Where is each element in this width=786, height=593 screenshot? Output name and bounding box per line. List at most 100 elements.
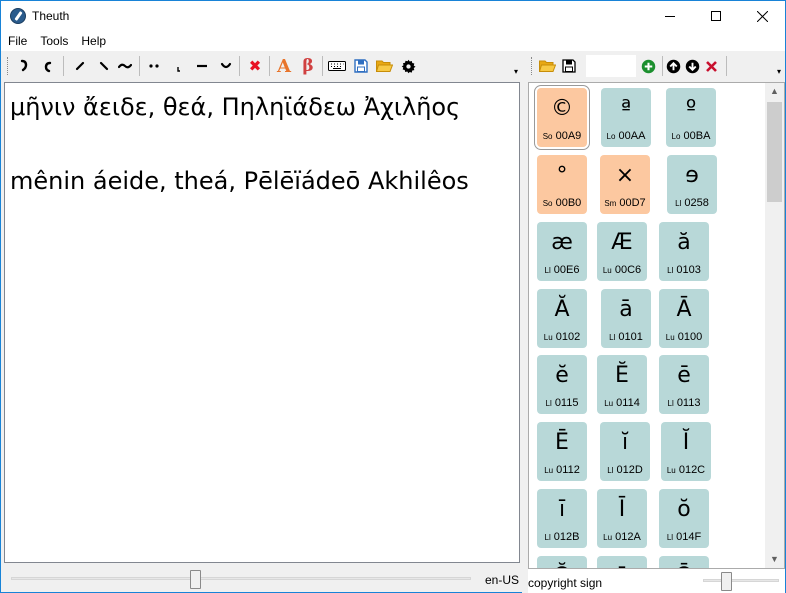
- keyboard-button[interactable]: [326, 55, 348, 77]
- character-tile[interactable]: æ Ll 00E6: [537, 222, 587, 281]
- toolbar-overflow-button[interactable]: ▾: [775, 67, 783, 77]
- save-button[interactable]: [350, 55, 372, 77]
- character-code: Ll 012D: [600, 463, 650, 478]
- character-category: Ll: [666, 533, 674, 542]
- add-character-button[interactable]: [637, 55, 659, 77]
- diaeresis-icon: [149, 64, 159, 68]
- character-tile[interactable]: ª Lo 00AA: [601, 88, 651, 147]
- macron-button[interactable]: [191, 55, 213, 77]
- scroll-up-button[interactable]: ▲: [765, 83, 784, 100]
- character-codepoint: 012D: [616, 464, 643, 476]
- character-tile[interactable]: ă Ll 0103: [659, 222, 709, 281]
- save-charset-button[interactable]: [558, 55, 580, 77]
- text-editor[interactable]: μῆνιν ἄειδε, θεά, Πηληϊάδεω Ἀχιλῆος mêni…: [4, 82, 520, 563]
- character-codepoint: 0258: [684, 197, 709, 209]
- character-tile[interactable]: ī Ll 012B: [537, 489, 587, 548]
- character-codepoint: 0112: [556, 464, 580, 476]
- character-tile[interactable]: Ĭ Lu 012C: [661, 422, 711, 481]
- menu-help[interactable]: Help: [75, 31, 112, 51]
- delete-character-button[interactable]: [700, 55, 722, 77]
- tile-size-slider-track[interactable]: [703, 579, 779, 582]
- character-tile[interactable]: ĕ Ll 0115: [537, 355, 587, 414]
- macron-icon: [197, 64, 207, 68]
- character-tile[interactable]: Ŏ: [537, 556, 587, 568]
- character-code: Lu 0102: [537, 330, 587, 345]
- grave-button[interactable]: [93, 55, 115, 77]
- character-code: Ll 00E6: [537, 263, 587, 278]
- greek-mode-button[interactable]: β: [297, 55, 319, 77]
- character-tile[interactable]: × Sm 00D7: [600, 155, 650, 214]
- smooth-breathing-button[interactable]: [13, 55, 35, 77]
- iota-subscript-button[interactable]: [167, 55, 189, 77]
- folder-icon: [538, 60, 556, 72]
- character-tile[interactable]: Ō: [659, 556, 709, 568]
- character-codepoint: 0100: [677, 331, 703, 343]
- editor-status-bar: en-US: [1, 567, 522, 593]
- scroll-thumb[interactable]: [767, 102, 782, 202]
- menu-file[interactable]: File: [2, 31, 33, 51]
- character-tile[interactable]: ē Ll 0113: [659, 355, 709, 414]
- character-tile[interactable]: ° So 00B0: [537, 155, 587, 214]
- character-tile[interactable]: ō: [597, 556, 647, 568]
- character-code: Ll 0115: [537, 396, 587, 411]
- scroll-down-button[interactable]: ▼: [765, 551, 784, 568]
- arrow-up-circle-icon: [666, 59, 680, 73]
- toolbar-overflow-button[interactable]: ▾: [512, 67, 520, 77]
- character-tile[interactable]: ɘ Ll 0258: [667, 155, 717, 214]
- open-charset-button[interactable]: [536, 55, 558, 77]
- character-tile[interactable]: Æ Lu 00C6: [597, 222, 647, 281]
- character-tile[interactable]: ŏ Ll 014F: [659, 489, 709, 548]
- character-tile[interactable]: Ī Lu 012A: [597, 489, 647, 548]
- selected-character-name: copyright sign: [528, 576, 603, 590]
- minimize-button[interactable]: [647, 1, 693, 31]
- character-glyph: æ: [551, 230, 573, 255]
- character-tile[interactable]: Ă Lu 0102: [537, 289, 587, 348]
- app-logo-icon: [10, 8, 26, 24]
- character-code: Lo 00BA: [666, 129, 716, 144]
- character-tile[interactable]: © So 00A9: [534, 85, 590, 150]
- open-folder-button[interactable]: [373, 55, 395, 77]
- character-search-input[interactable]: [586, 55, 636, 77]
- settings-button[interactable]: [397, 55, 419, 77]
- character-code: Ll 014F: [659, 530, 709, 545]
- locale-label: en-US: [485, 573, 520, 587]
- character-category: Ll: [667, 399, 674, 408]
- diaeresis-button[interactable]: [143, 55, 165, 77]
- character-category: Lu: [544, 466, 554, 475]
- character-codepoint: 0102: [555, 331, 581, 343]
- circumflex-button[interactable]: [114, 55, 136, 77]
- character-codepoint: 0103: [676, 264, 701, 276]
- font-size-slider-thumb[interactable]: [190, 570, 201, 589]
- character-glyph: °: [556, 163, 568, 188]
- delete-x-icon: [705, 60, 717, 72]
- character-tile[interactable]: ĭ Ll 012D: [600, 422, 650, 481]
- font-button[interactable]: A: [273, 55, 295, 77]
- remove-diacritics-button[interactable]: ✖: [244, 55, 266, 77]
- character-code: Lu 0112: [537, 463, 587, 478]
- toolbar-grip[interactable]: [531, 57, 534, 75]
- character-tile[interactable]: Ĕ Lu 0114: [597, 355, 647, 414]
- character-glyph: ă: [677, 230, 691, 255]
- character-tile[interactable]: Ā Lu 0100: [659, 289, 709, 348]
- close-button[interactable]: [739, 1, 785, 31]
- character-code: Lu 012A: [597, 530, 647, 545]
- menu-tools[interactable]: Tools: [34, 31, 74, 51]
- breve-button[interactable]: [215, 55, 237, 77]
- character-glyph: ŏ: [677, 497, 691, 522]
- font-size-slider-track[interactable]: [11, 577, 471, 580]
- toolbar-separator: [239, 56, 240, 76]
- character-category: Lo: [606, 132, 616, 141]
- rough-breathing-button[interactable]: [37, 55, 59, 77]
- character-tile[interactable]: Ē Lu 0112: [537, 422, 587, 481]
- toolbar-grip[interactable]: [7, 57, 10, 75]
- tile-size-slider-thumb[interactable]: [720, 572, 732, 591]
- toolbar-separator: [726, 56, 727, 76]
- maximize-button[interactable]: [693, 1, 739, 31]
- character-tile[interactable]: ā Ll 0101: [601, 289, 651, 348]
- character-tile[interactable]: º Lo 00BA: [666, 88, 716, 147]
- character-code: So 00B0: [537, 196, 587, 211]
- character-list-scrollbar[interactable]: ▲ ▼: [765, 83, 784, 568]
- title-bar[interactable]: Theuth: [1, 1, 785, 31]
- character-codepoint: 00D7: [619, 197, 646, 209]
- acute-button[interactable]: [69, 55, 91, 77]
